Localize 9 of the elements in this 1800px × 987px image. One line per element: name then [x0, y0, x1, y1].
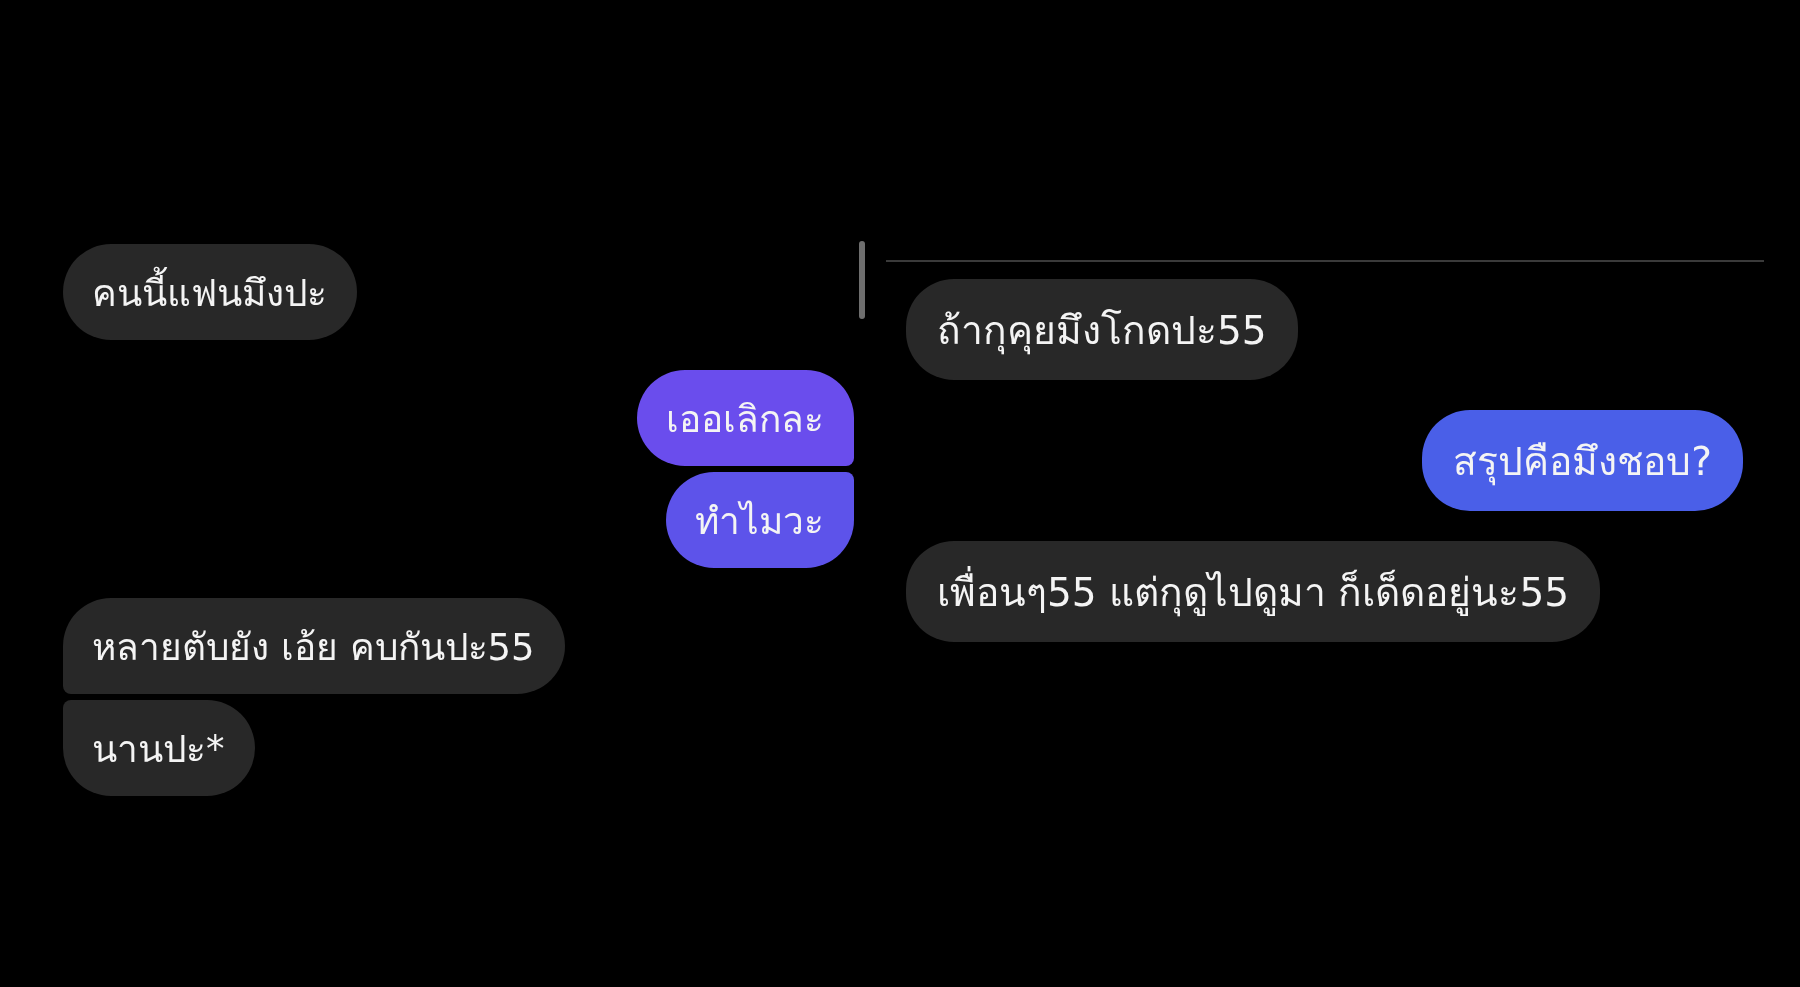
message-bubble: สรุปคือมึงชอบ?	[1422, 410, 1743, 511]
message-bubble: เพื่อนๆ55 แต่กุดูไปดูมา ก็เด็ดอยู่นะ55	[906, 541, 1601, 642]
message-bubble: คนนี้แฟนมึงปะ	[63, 244, 357, 340]
message-bubble: ทำไมวะ	[666, 472, 854, 568]
message-bubble: นานปะ*	[63, 700, 255, 796]
scrollbar-thumb[interactable]	[859, 241, 865, 319]
message-bubble: เออเลิกละ	[637, 370, 854, 466]
message-bubble: ถ้ากุคุยมึงโกดปะ55	[906, 279, 1298, 380]
message-bubble: หลายตับยัง เอ้ย คบกันปะ55	[63, 598, 565, 694]
